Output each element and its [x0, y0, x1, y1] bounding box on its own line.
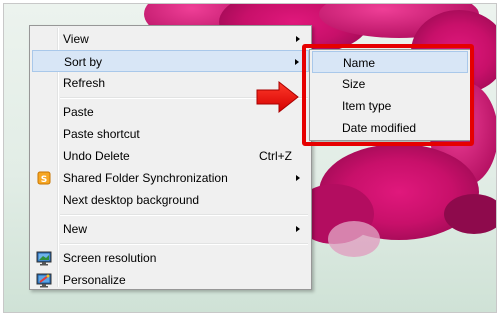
menu-item-label: New	[63, 222, 88, 236]
menu-item-label: Next desktop background	[63, 193, 200, 207]
menu-item-label: Screen resolution	[63, 251, 157, 265]
shared-folder-sync-icon: S	[36, 170, 52, 186]
submenu-arrow-icon	[296, 36, 300, 42]
menu-item-paste-shortcut[interactable]: Paste shortcut	[32, 123, 309, 145]
menu-separator	[60, 214, 308, 216]
annotation-highlight-frame	[302, 44, 474, 146]
menu-item-personalize[interactable]: Personalize	[32, 269, 309, 291]
menu-item-shortcut: Ctrl+Z	[259, 149, 292, 163]
menu-item-new[interactable]: New	[32, 218, 309, 240]
menu-item-label: Paste	[63, 105, 94, 119]
svg-text:S: S	[41, 175, 47, 185]
menu-item-sort-by[interactable]: Sort by	[32, 50, 309, 72]
menu-separator	[60, 243, 308, 245]
desktop-context-menu: View Sort by Refresh Paste Paste shortcu…	[29, 25, 312, 290]
submenu-arrow-icon	[295, 59, 299, 65]
menu-item-undo-delete[interactable]: Undo Delete Ctrl+Z	[32, 145, 309, 167]
submenu-arrow-icon	[296, 226, 300, 232]
menu-item-shared-folder-sync[interactable]: S Shared Folder Synchronization	[32, 167, 309, 189]
menu-item-screen-resolution[interactable]: Screen resolution	[32, 247, 309, 269]
screen-resolution-icon	[36, 250, 52, 266]
menu-item-label: Personalize	[63, 273, 126, 287]
menu-item-label: Refresh	[63, 76, 106, 90]
menu-item-view[interactable]: View	[32, 28, 309, 50]
menu-item-label: Paste shortcut	[63, 127, 140, 141]
menu-item-label: Undo Delete	[63, 149, 130, 163]
menu-item-label: View	[63, 32, 89, 46]
menu-item-next-desktop-background[interactable]: Next desktop background	[32, 189, 309, 211]
red-arrow-right-icon	[256, 80, 299, 114]
menu-item-label: Shared Folder Synchronization	[63, 171, 228, 185]
submenu-arrow-icon	[296, 175, 300, 181]
menu-item-label: Sort by	[64, 55, 103, 69]
personalize-icon	[36, 272, 52, 288]
